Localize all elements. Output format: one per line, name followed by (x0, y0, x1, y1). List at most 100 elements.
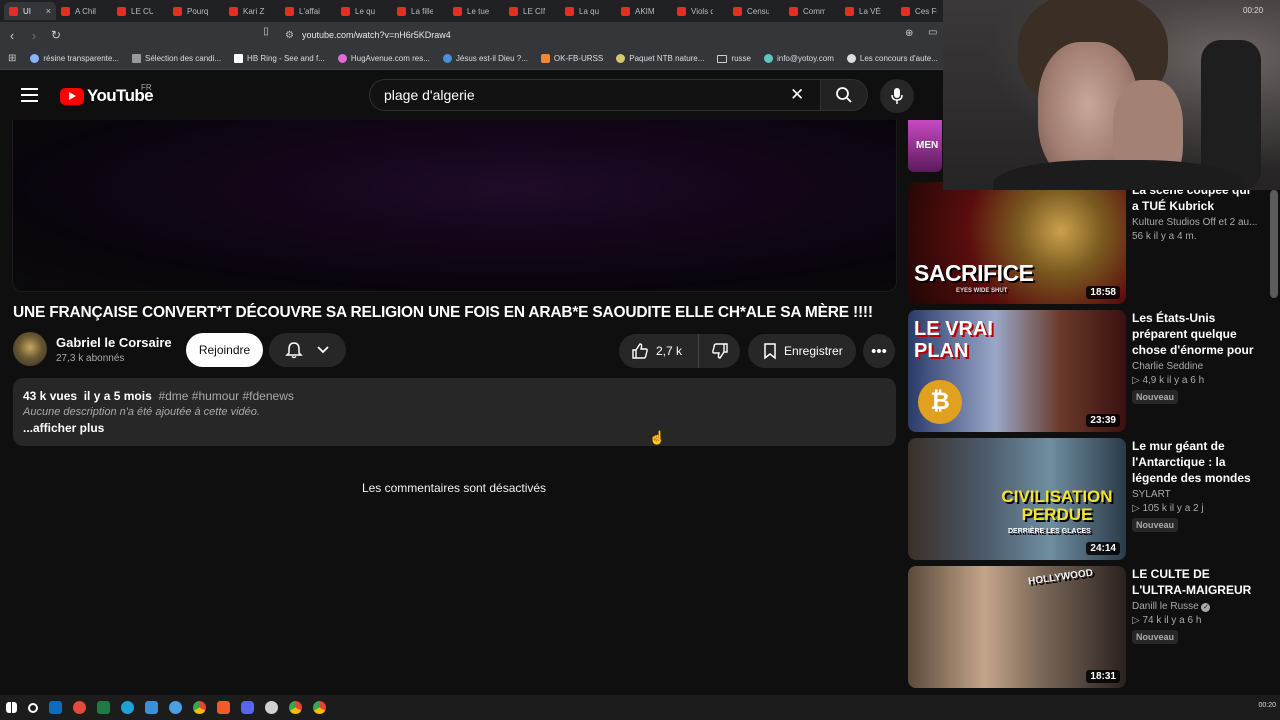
chrome-icon[interactable] (313, 701, 326, 714)
join-button[interactable]: Rejoindre (186, 333, 263, 367)
youtube-favicon-icon (341, 6, 350, 16)
like-button[interactable]: 2,7 k (619, 334, 699, 368)
bookmark-page-icon[interactable]: ▯ (256, 26, 276, 37)
bookmark-item[interactable]: russe (717, 54, 751, 63)
bookmark-item[interactable]: résine transparente... (30, 54, 119, 63)
bookmark-favicon-icon (616, 54, 626, 63)
bookmark-item[interactable]: info@yotoy.com (763, 54, 834, 63)
browser-tab[interactable]: Pourq (168, 2, 224, 20)
thumbnail-text: CIVILISATION PERDUE (1001, 487, 1113, 524)
tab-label: La VÉ (859, 6, 881, 16)
save-button[interactable]: Enregistrer (748, 334, 856, 368)
tab-label: La qu (579, 6, 600, 16)
browser-tab[interactable]: La qu (560, 2, 616, 20)
bookmark-favicon-icon (442, 54, 452, 63)
bookmark-item[interactable]: Paquet NTB nature... (616, 54, 704, 63)
app-icon[interactable] (265, 701, 278, 714)
hashtags[interactable]: #dme #humour #fdenews (158, 389, 293, 403)
app-icon[interactable] (169, 701, 182, 714)
voice-search-button[interactable] (880, 79, 914, 113)
show-more-link[interactable]: ...afficher plus (23, 421, 886, 435)
browser-tab[interactable]: L'affai (280, 2, 336, 20)
discord-icon[interactable] (241, 701, 254, 714)
url-field[interactable]: ⚙ youtube.com/watch?v=nH6r5KDraw4 (285, 25, 975, 45)
recommendation-card[interactable]: SACRIFICE EYES WIDE SHUT 18:58 La scène … (908, 182, 1270, 304)
recommendation-channel[interactable]: Kulture Studios Off et 2 au... (1132, 217, 1260, 228)
forward-arrow-icon[interactable]: › (24, 28, 44, 43)
recommendation-channel[interactable]: Charlie Seddine (1132, 361, 1260, 372)
windows-start-icon[interactable] (6, 702, 17, 713)
bell-icon (285, 342, 304, 359)
dislike-button[interactable] (699, 342, 740, 360)
sidebar-scrollbar[interactable] (1270, 190, 1278, 298)
chrome-icon[interactable] (289, 701, 302, 714)
recommendation-card[interactable]: CIVILISATION PERDUE DERRIÈRE LES GLACES … (908, 438, 1270, 560)
excel-icon[interactable] (97, 701, 110, 714)
browser-tab[interactable]: La VÉ (840, 2, 896, 20)
browser-tab[interactable]: Censu (728, 2, 784, 20)
app-icon[interactable] (73, 701, 86, 714)
channel-name[interactable]: Gabriel le Corsaire (56, 335, 172, 350)
back-arrow-icon[interactable]: ‹ (2, 28, 22, 43)
webcam-person-shoulder (993, 160, 1243, 190)
thumbnail-text: SACRIFICE (914, 260, 1034, 286)
video-info: Les États-Unis préparent quelque chose d… (1132, 310, 1260, 405)
recommendation-title[interactable]: Les États-Unis préparent quelque chose d… (1132, 310, 1260, 358)
browser-tab[interactable]: Le tue (448, 2, 504, 20)
bookmark-item[interactable]: Les concours d'aute... (846, 54, 938, 63)
browser-tab[interactable]: Viols d (672, 2, 728, 20)
brave-icon[interactable] (217, 701, 230, 714)
bookmark-item[interactable]: Sélection des candi... (132, 54, 221, 63)
edge-icon[interactable] (121, 701, 134, 714)
recommendation-title[interactable]: LE CULTE DE L'ULTRA-MAIGREUR (1132, 566, 1260, 598)
browser-tab[interactable]: Le qu (336, 2, 392, 20)
video-thumbnail[interactable]: SACRIFICE EYES WIDE SHUT 18:58 (908, 182, 1126, 304)
browser-tab[interactable]: LE CU (112, 2, 168, 20)
browser-tab[interactable]: Kari Z (224, 2, 280, 20)
chrome-icon[interactable] (193, 701, 206, 714)
recommendation-card[interactable]: HOLLYWOOD 18:31 LE CULTE DE L'ULTRA-MAIG… (908, 566, 1270, 688)
browser-tab[interactable]: LE CIN (504, 2, 560, 20)
browser-tab[interactable]: La fille (392, 2, 448, 20)
search-taskbar-icon[interactable] (28, 702, 38, 713)
bookmark-item[interactable]: Jésus est-il Dieu ?... (442, 54, 528, 63)
more-actions-button[interactable]: ••• (863, 334, 895, 368)
browser-tab-active[interactable]: UI × (4, 2, 56, 20)
video-thumbnail[interactable]: LE VRAI PLAN ₿ 23:39 (908, 310, 1126, 432)
bookmark-item[interactable]: HugAvenue.com res... (337, 54, 430, 63)
clear-search-icon[interactable]: ✕ (790, 85, 804, 105)
reload-icon[interactable]: ↻ (46, 28, 66, 42)
bookmark-item[interactable]: OK-FB-URSS (540, 54, 603, 63)
recommendation-stats: ▷ 105 k il y a 2 j (1132, 503, 1204, 514)
app-icon[interactable] (145, 701, 158, 714)
bookmark-item[interactable]: HB Ring - See and f... (234, 54, 325, 63)
bookmark-favicon-icon (763, 54, 773, 63)
site-info-icon[interactable]: ⚙ (285, 30, 294, 41)
close-tab-icon[interactable]: × (46, 6, 51, 16)
search-input[interactable]: plage d'algerie (369, 79, 821, 111)
menu-icon[interactable] (21, 88, 38, 102)
zoom-icon[interactable]: ⊕ (905, 28, 913, 39)
recommendation-card[interactable]: LE VRAI PLAN ₿ 23:39 Les États-Unis prép… (908, 310, 1270, 432)
video-thumbnail[interactable]: CIVILISATION PERDUE DERRIÈRE LES GLACES … (908, 438, 1126, 560)
recommendation-title[interactable]: Le mur géant de l'Antarctique : la légen… (1132, 438, 1260, 486)
browser-tab[interactable]: A Chil (56, 2, 112, 20)
video-player[interactable] (12, 120, 897, 292)
youtube-logo[interactable]: YouTube FR (60, 83, 154, 106)
recommendation-channel[interactable]: Danill le Russe ✓ (1132, 601, 1260, 612)
new-badge: Nouveau (1132, 518, 1179, 532)
tab-label: Le qu (355, 6, 376, 16)
outlook-icon[interactable] (49, 701, 62, 714)
browser-tab[interactable]: Comm (784, 2, 840, 20)
bookmark-label: HB Ring - See and f... (247, 54, 325, 63)
description-text: Aucune description n'a été ajoutée à cet… (23, 406, 260, 418)
apps-grid-icon[interactable]: ⊞ (8, 53, 16, 64)
subscription-bell-button[interactable] (269, 333, 346, 367)
browser-tab[interactable]: AKIM (616, 2, 672, 20)
video-thumbnail[interactable]: HOLLYWOOD 18:31 (908, 566, 1126, 688)
recommendation-channel[interactable]: SYLART (1132, 489, 1260, 500)
description-box[interactable]: 43 k vues il y a 5 mois #dme #humour #fd… (13, 378, 896, 446)
search-button[interactable] (820, 79, 868, 111)
cast-icon[interactable]: ▭ (928, 27, 937, 38)
channel-avatar[interactable] (13, 332, 47, 366)
